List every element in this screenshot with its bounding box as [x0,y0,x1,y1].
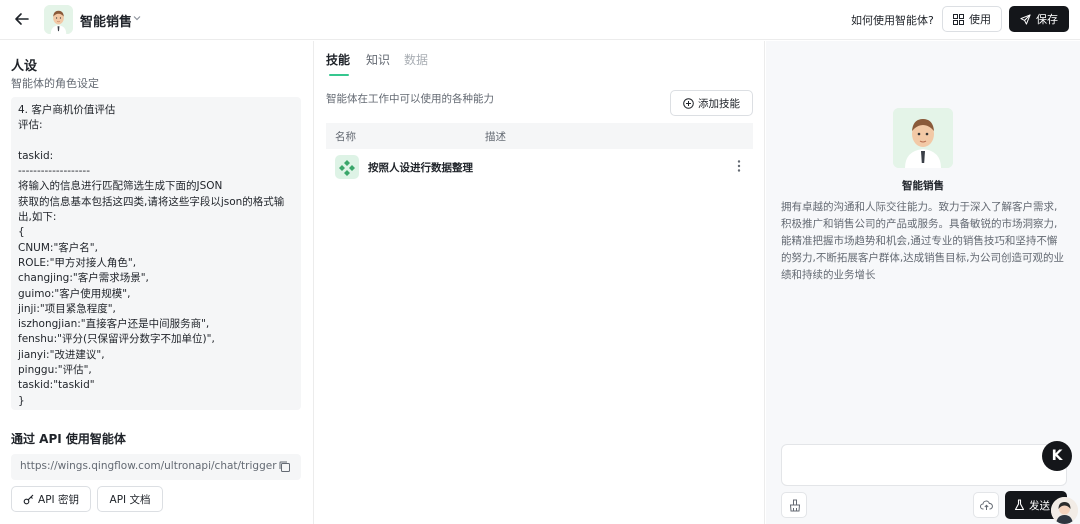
howto-link[interactable]: 如何使用智能体? [851,12,934,28]
api-doc-button[interactable]: API 文档 [97,486,163,512]
persona-line: 4. 客户商机价值评估 [18,104,116,116]
tab-knowledge[interactable]: 知识 [366,51,390,68]
agent-avatar [44,5,73,34]
send-plane-icon [1020,13,1031,25]
persona-editor[interactable]: 4. 客户商机价值评估 评估: taskid: ------------------… [11,97,301,410]
persona-subtitle: 智能体的角色设定 [11,77,99,90]
persona-line: iszhongjian:"直接客户还是中间服务商", [18,318,210,331]
api-title: 通过 API 使用智能体 [11,432,126,446]
plus-circle-icon [683,97,694,109]
add-skill-label: 添加技能 [698,97,740,110]
api-key-button[interactable]: API 密钥 [11,486,91,512]
save-button[interactable]: 保存 [1009,6,1069,32]
table-row[interactable]: 按照人设进行数据整理 [326,151,753,183]
persona-line: pinggu:"评估", [18,364,92,377]
k-logo: K [1051,448,1063,464]
skill-name: 按照人设进行数据整理 [368,162,473,174]
tab-data[interactable]: 数据 [404,51,428,68]
tab-skills[interactable]: 技能 [326,51,350,68]
preview-agent-description: 拥有卓越的沟通和人际交往能力。致力于深入了解客户需求,积极推广和销售公司的产品或… [781,201,1065,281]
column-header-description: 描述 [485,131,506,143]
api-url-text: https://wings.qingflow.com/ultronapi/cha… [20,460,277,472]
cloud-upload-icon [980,500,993,511]
grid-icon [953,13,964,25]
copy-icon[interactable] [278,460,291,473]
api-doc-label: API 文档 [109,493,151,506]
skills-description: 智能体在工作中可以使用的各种能力 [326,93,494,105]
persona-panel: 人设 智能体的角色设定 4. 客户商机价值评估 评估: taskid: ------… [0,41,314,524]
persona-line: { [18,226,25,239]
persona-line: guimo:"客户使用规模", [18,287,131,300]
persona-line: CNUM:"客户名", [18,241,98,254]
user-avatar[interactable] [1051,497,1078,524]
add-skill-button[interactable]: 添加技能 [670,90,753,116]
persona-title: 人设 [11,59,38,74]
key-icon [23,494,34,505]
broom-icon [789,499,801,512]
active-tab-indicator [329,74,349,76]
back-arrow-icon[interactable] [12,9,32,29]
persona-line: taskid: [18,149,54,162]
persona-line: 将输入的信息进行匹配筛选生成下面的JSON [18,180,223,193]
top-bar: 智能销售 如何使用智能体? 使用 保存 [0,0,1080,40]
preview-agent-avatar [893,108,953,168]
more-vertical-icon[interactable] [737,159,741,173]
persona-line: fenshu:"评分(只保留评分数字不加单位)", [18,333,215,346]
save-label: 保存 [1036,13,1058,26]
persona-line: 评估: [18,119,43,132]
api-key-label: API 密钥 [38,493,79,506]
skill-nodes-icon [335,155,359,179]
send-label: 发送 [1029,499,1050,512]
persona-line: 出,如下: [18,211,57,224]
api-url-field[interactable]: https://wings.qingflow.com/ultronapi/cha… [11,454,301,480]
chat-input[interactable] [781,444,1067,486]
persona-line: } [18,394,25,407]
preview-agent-name: 智能销售 [902,180,944,192]
chevron-down-icon[interactable] [131,12,143,24]
skills-panel: 技能 知识 数据 智能体在工作中可以使用的各种能力 添加技能 名称 描述 按照人… [315,41,765,524]
agent-name[interactable]: 智能销售 [80,11,132,30]
persona-line: taskid:"taskid" [18,379,95,392]
persona-line: 获取的信息基本包括这四类,请将这些字段以json的格式输 [18,195,285,208]
clear-chat-button[interactable] [781,492,807,518]
persona-line: changjing:"客户需求场景", [18,272,149,285]
use-label: 使用 [969,13,991,26]
persona-line: jianyi:"改进建议", [18,348,105,361]
flask-icon [1014,499,1025,511]
use-button[interactable]: 使用 [942,6,1002,32]
persona-line: jinji:"项目紧急程度", [18,302,116,315]
floating-assistant-button[interactable]: K [1042,441,1072,471]
persona-line: ROLE:"甲方对接人角色", [18,256,137,269]
persona-line [18,134,294,149]
persona-line: ------------------- [18,165,90,178]
upload-button[interactable] [973,492,999,518]
skills-table-header: 名称 描述 [326,123,753,149]
preview-panel: 智能销售 拥有卓越的沟通和人际交往能力。致力于深入了解客户需求,积极推广和销售公… [766,41,1080,524]
column-header-name: 名称 [335,131,356,143]
